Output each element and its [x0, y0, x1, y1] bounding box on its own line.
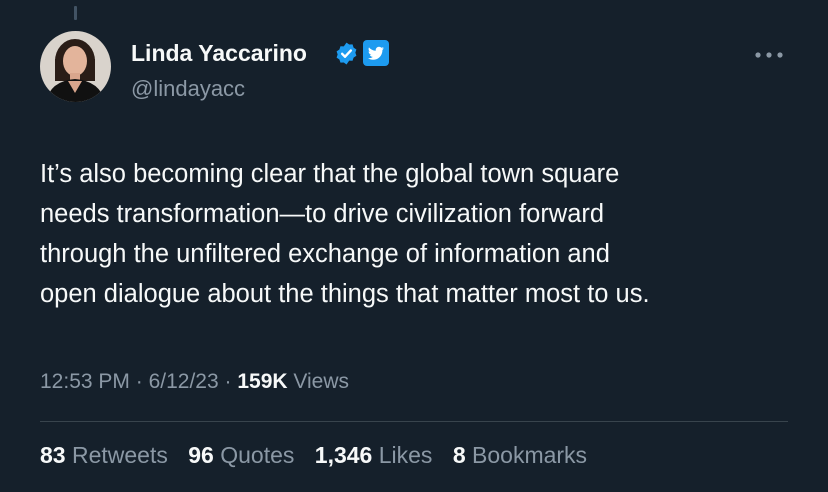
retweets-count: 83	[40, 442, 66, 468]
divider	[40, 421, 788, 422]
thread-connector-line	[74, 6, 77, 20]
more-options-icon[interactable]	[752, 49, 786, 61]
likes-stat[interactable]: 1,346 Likes	[315, 442, 433, 468]
retweets-stat[interactable]: 83 Retweets	[40, 442, 168, 468]
quotes-count: 96	[188, 442, 214, 468]
tweet-time[interactable]: 12:53 PM	[40, 370, 130, 393]
avatar[interactable]	[40, 31, 111, 102]
tweet-text-line: It’s also becoming clear that the global…	[40, 160, 620, 188]
tweet-text-line: open dialogue about the things that matt…	[40, 280, 650, 308]
quotes-label: Quotes	[220, 442, 295, 468]
verified-badge-icon[interactable]	[334, 41, 359, 66]
bookmarks-label: Bookmarks	[472, 442, 588, 468]
display-name[interactable]: Linda Yaccarino	[131, 40, 307, 67]
engagement-stats: 83 Retweets 96 Quotes 1,346 Likes 8 Book…	[40, 442, 601, 469]
bookmarks-count: 8	[452, 442, 466, 468]
user-handle[interactable]: @lindayacc	[131, 76, 245, 102]
tweet-date[interactable]: 6/12/23	[149, 370, 219, 393]
likes-label: Likes	[378, 442, 433, 468]
meta-separator: ·	[135, 370, 143, 393]
retweets-label: Retweets	[71, 442, 168, 468]
likes-count: 1,346	[314, 442, 373, 468]
bookmarks-stat[interactable]: 8 Bookmarks	[453, 442, 587, 468]
tweet-text: It’s also becoming clear that the global…	[40, 154, 800, 314]
views-label[interactable]: Views	[293, 370, 349, 393]
meta-separator: ·	[224, 370, 232, 393]
tweet-text-line: needs transformation—to drive civilizati…	[40, 200, 605, 228]
profile-photo	[40, 31, 111, 102]
tweet-detail: Linda Yaccarino @lindayacc It’s also bec…	[0, 0, 828, 492]
tweet-metadata: 12:53 PM · 6/12/23 · 159K Views	[40, 370, 349, 394]
twitter-bird-icon[interactable]	[363, 40, 389, 66]
quotes-stat[interactable]: 96 Quotes	[188, 442, 294, 468]
views-count[interactable]: 159K	[237, 370, 287, 393]
tweet-text-line: through the unfiltered exchange of infor…	[40, 240, 610, 268]
